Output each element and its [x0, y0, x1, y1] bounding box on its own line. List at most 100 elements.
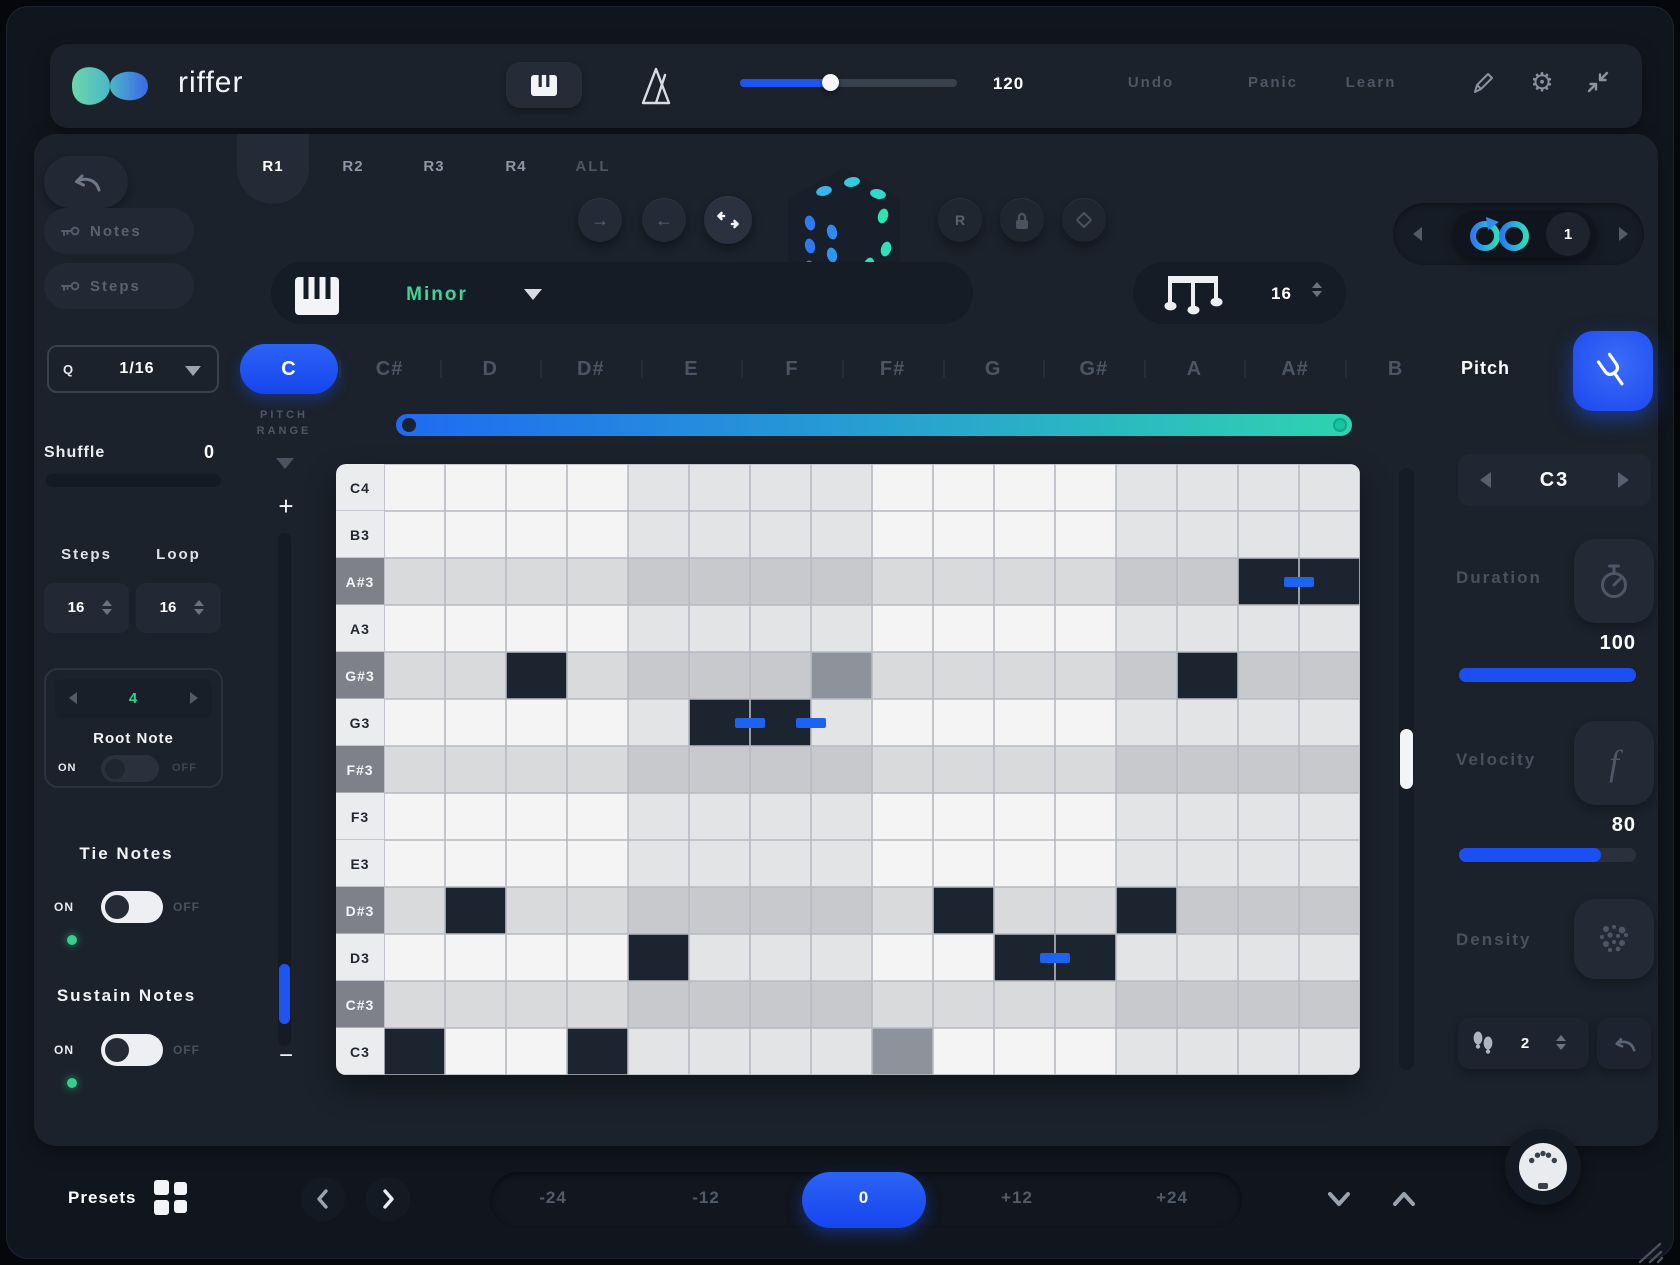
- grid-cell[interactable]: [933, 605, 994, 652]
- grid-cell[interactable]: [384, 981, 445, 1028]
- zoom-out-button[interactable]: −: [268, 1042, 304, 1070]
- grid-cell[interactable]: [567, 511, 628, 558]
- pitch-scroll-track[interactable]: [278, 533, 291, 1046]
- root-note-toggle[interactable]: [101, 755, 159, 782]
- grid-cell[interactable]: [994, 511, 1055, 558]
- grid-cell[interactable]: [689, 981, 750, 1028]
- grid-cell[interactable]: [628, 934, 689, 981]
- diamond-button[interactable]: [1062, 198, 1106, 242]
- grid-cell[interactable]: [1116, 558, 1177, 605]
- grid-cell[interactable]: [1177, 1028, 1238, 1075]
- grid-cell[interactable]: [994, 464, 1055, 511]
- grid-cell[interactable]: [506, 605, 567, 652]
- grid-cell[interactable]: [689, 464, 750, 511]
- grid-cell[interactable]: [384, 887, 445, 934]
- grid-cell[interactable]: [506, 511, 567, 558]
- scale-dropdown-caret[interactable]: [524, 289, 542, 300]
- grid-scrollbar-thumb[interactable]: [1400, 729, 1413, 789]
- note-letter-A#[interactable]: A#: [1250, 344, 1340, 394]
- tab-r4[interactable]: R4: [486, 158, 546, 175]
- grid-cell[interactable]: [1177, 793, 1238, 840]
- tab-r1[interactable]: R1: [243, 158, 303, 175]
- grid-cell[interactable]: [994, 981, 1055, 1028]
- tie-marker[interactable]: [1040, 953, 1070, 963]
- grid-cell[interactable]: [384, 746, 445, 793]
- grid-cell[interactable]: [689, 511, 750, 558]
- loop-stepper[interactable]: [194, 600, 204, 615]
- loop-next-icon[interactable]: [1619, 227, 1628, 241]
- grid-cell[interactable]: [689, 605, 750, 652]
- grid-cell[interactable]: [750, 1028, 811, 1075]
- grid-cell[interactable]: [445, 558, 506, 605]
- note-letter-E[interactable]: E: [646, 344, 736, 394]
- grid-cell[interactable]: [506, 746, 567, 793]
- piano-roll-grid[interactable]: C4B3A#3A3G#3G3F#3F3E3D#3D3C#3C3: [336, 464, 1360, 1075]
- density-button[interactable]: [1574, 899, 1654, 979]
- grid-cell[interactable]: [628, 652, 689, 699]
- grid-cell[interactable]: [1116, 934, 1177, 981]
- stepper-down-icon[interactable]: [194, 609, 204, 615]
- tie-marker[interactable]: [1284, 577, 1314, 587]
- note-length-stepper[interactable]: [1312, 282, 1322, 297]
- grid-cell[interactable]: [506, 652, 567, 699]
- grid-cell[interactable]: [384, 934, 445, 981]
- grid-cell[interactable]: [384, 840, 445, 887]
- grid-cell[interactable]: [445, 793, 506, 840]
- grid-cell[interactable]: [384, 511, 445, 558]
- grid-cell[interactable]: [872, 934, 933, 981]
- grid-cell[interactable]: [445, 840, 506, 887]
- piano-scale-icon[interactable]: [294, 276, 340, 316]
- velocity-slider[interactable]: [1459, 848, 1636, 862]
- tab-r3[interactable]: R3: [404, 158, 464, 175]
- grid-cell[interactable]: [1238, 934, 1299, 981]
- grid-cell[interactable]: [1299, 464, 1360, 511]
- swap-button[interactable]: [704, 196, 752, 244]
- pitch-range-right-handle[interactable]: [1333, 418, 1347, 432]
- velocity-button[interactable]: f: [1574, 721, 1654, 805]
- grid-cell[interactable]: [1055, 558, 1116, 605]
- grid-cell[interactable]: [628, 511, 689, 558]
- tie-marker[interactable]: [796, 718, 826, 728]
- grid-cell[interactable]: [1055, 699, 1116, 746]
- grid-cell[interactable]: [1238, 793, 1299, 840]
- grid-cell[interactable]: [445, 981, 506, 1028]
- note-letter-G#[interactable]: G#: [1049, 344, 1139, 394]
- undo-button[interactable]: Undo: [1114, 74, 1188, 91]
- grid-cell[interactable]: [1055, 511, 1116, 558]
- grid-cell[interactable]: [1238, 981, 1299, 1028]
- grid-cell[interactable]: [872, 1028, 933, 1075]
- grid-cell[interactable]: [1299, 1028, 1360, 1075]
- grid-cell[interactable]: [506, 699, 567, 746]
- pitch-range-bar[interactable]: [396, 414, 1352, 436]
- grid-cell[interactable]: [567, 558, 628, 605]
- grid-cell[interactable]: [689, 558, 750, 605]
- grid-cell[interactable]: [1177, 887, 1238, 934]
- stepper-up-icon[interactable]: [194, 600, 204, 606]
- grid-cell[interactable]: [933, 464, 994, 511]
- grid-cell[interactable]: [1116, 605, 1177, 652]
- grid-cell[interactable]: [445, 934, 506, 981]
- scale-name[interactable]: Minor: [381, 284, 493, 306]
- midi-connector-button[interactable]: [1505, 1129, 1581, 1205]
- grid-cell[interactable]: [1299, 793, 1360, 840]
- grid-cell[interactable]: [872, 981, 933, 1028]
- walk-steps-control[interactable]: 2: [1458, 1018, 1589, 1069]
- grid-cell[interactable]: [1177, 746, 1238, 793]
- grid-cell[interactable]: [994, 793, 1055, 840]
- grid-cell[interactable]: [1055, 746, 1116, 793]
- grid-cell[interactable]: [811, 605, 872, 652]
- presets-label[interactable]: Presets: [68, 1188, 136, 1208]
- lock-button[interactable]: [1000, 198, 1044, 242]
- grid-cell[interactable]: [811, 511, 872, 558]
- grid-cell[interactable]: [811, 1028, 872, 1075]
- learn-button[interactable]: Learn: [1332, 74, 1410, 91]
- grid-cell[interactable]: [872, 699, 933, 746]
- grid-cell[interactable]: [506, 558, 567, 605]
- zoom-in-button[interactable]: +: [268, 491, 304, 522]
- grid-cell[interactable]: [567, 793, 628, 840]
- grid-cell[interactable]: [1055, 840, 1116, 887]
- grid-cell[interactable]: [1238, 1028, 1299, 1075]
- grid-cell[interactable]: [384, 464, 445, 511]
- grid-cell[interactable]: [933, 746, 994, 793]
- grid-cell[interactable]: [1116, 981, 1177, 1028]
